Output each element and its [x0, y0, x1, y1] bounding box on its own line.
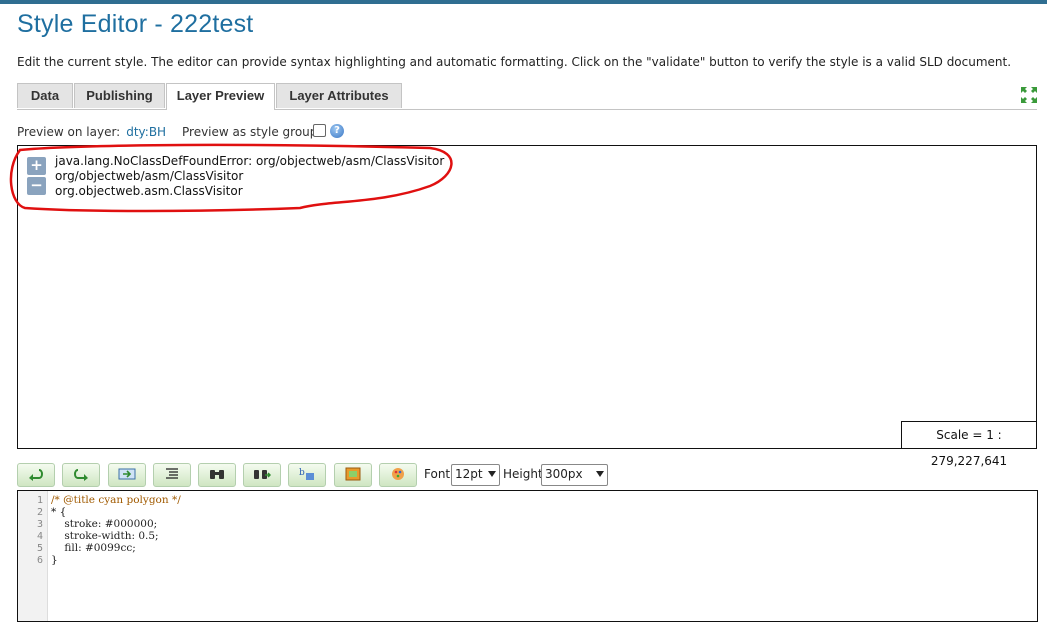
- map-preview[interactable]: + − java.lang.NoClassDefFoundError: org/…: [17, 145, 1037, 468]
- format-button[interactable]: [153, 463, 191, 487]
- palette-button[interactable]: [379, 463, 417, 487]
- code-line: stroke-width: 0.5;: [51, 530, 159, 542]
- tab-layer-attributes[interactable]: Layer Attributes: [276, 83, 402, 108]
- chevron-down-icon: [596, 471, 604, 477]
- height-label: Height: [503, 467, 543, 481]
- code-line: stroke: #000000;: [51, 518, 158, 530]
- image-button[interactable]: [334, 463, 372, 487]
- line-number: 3: [36, 519, 43, 530]
- error-line: java.lang.NoClassDefFoundError: org/obje…: [55, 154, 445, 168]
- page-title: Style Editor - 222test: [17, 10, 254, 38]
- editor-height-value: 300px: [545, 467, 583, 481]
- zoom-in-button[interactable]: +: [27, 157, 46, 175]
- color-swatch-icon: b: [299, 468, 314, 480]
- undo-button[interactable]: [17, 463, 55, 487]
- line-number: 6: [36, 555, 43, 566]
- line-number: 4: [36, 531, 43, 542]
- preview-layer-link[interactable]: dty:BH: [126, 125, 166, 139]
- format-icon: [166, 468, 178, 479]
- undo-icon: [29, 469, 43, 481]
- svg-text:b: b: [299, 468, 305, 478]
- code-line: }: [51, 554, 58, 566]
- scale-readout: Scale = 1 : 279,227,641: [901, 421, 1037, 468]
- style-code-editor[interactable]: 1 2 3 4 5 6 /* @title cyan polygon */ * …: [17, 490, 1038, 622]
- error-line: org/objectweb/asm/ClassVisitor: [55, 169, 244, 183]
- tab-publishing[interactable]: Publishing: [74, 83, 165, 108]
- replace-icon: [254, 470, 271, 479]
- font-size-value: 12pt: [455, 467, 483, 481]
- search-button[interactable]: [198, 463, 236, 487]
- font-size-select[interactable]: 12pt: [451, 464, 500, 486]
- line-number-gutter: 1 2 3 4 5 6: [18, 491, 48, 621]
- chevron-down-icon: [488, 471, 496, 477]
- line-number: 5: [36, 543, 43, 554]
- page-description: Edit the current style. The editor can p…: [17, 55, 1012, 69]
- preview-layer-label: Preview on layer:: [17, 125, 121, 139]
- redo-icon: [74, 469, 88, 481]
- preview-layer-row: Preview on layer: dty:BH: [17, 125, 166, 139]
- error-line: org.objectweb.asm.ClassVisitor: [55, 184, 243, 198]
- line-number: 1: [36, 495, 43, 506]
- editor-toolbar: b Font 12pt Height 300px: [17, 463, 617, 487]
- tab-layer-preview[interactable]: Layer Preview: [166, 83, 275, 110]
- code-line: * {: [51, 506, 67, 518]
- help-icon[interactable]: ?: [330, 124, 344, 138]
- code-line: fill: #0099cc;: [51, 542, 136, 554]
- zoom-out-button[interactable]: −: [27, 177, 46, 195]
- redo-button[interactable]: [62, 463, 100, 487]
- color-swatch-button[interactable]: b: [288, 463, 326, 487]
- image-icon: [345, 467, 361, 481]
- editor-height-select[interactable]: 300px: [541, 464, 608, 486]
- goto-line-icon: [118, 468, 136, 480]
- style-group-label: Preview as style group:: [182, 125, 322, 139]
- tab-data[interactable]: Data: [17, 83, 73, 108]
- line-number: 2: [36, 507, 43, 518]
- style-group-checkbox[interactable]: [313, 124, 326, 137]
- fullscreen-icon[interactable]: [1020, 86, 1038, 104]
- top-accent-bar: [0, 0, 1047, 4]
- replace-button[interactable]: [243, 463, 281, 487]
- tab-bar: Data Publishing Layer Preview Layer Attr…: [17, 83, 1037, 110]
- font-label: Font: [424, 467, 451, 481]
- code-line: /* @title cyan polygon */: [51, 494, 181, 506]
- goto-line-button[interactable]: [108, 463, 146, 487]
- search-icon: [210, 470, 224, 479]
- palette-icon: [392, 468, 404, 480]
